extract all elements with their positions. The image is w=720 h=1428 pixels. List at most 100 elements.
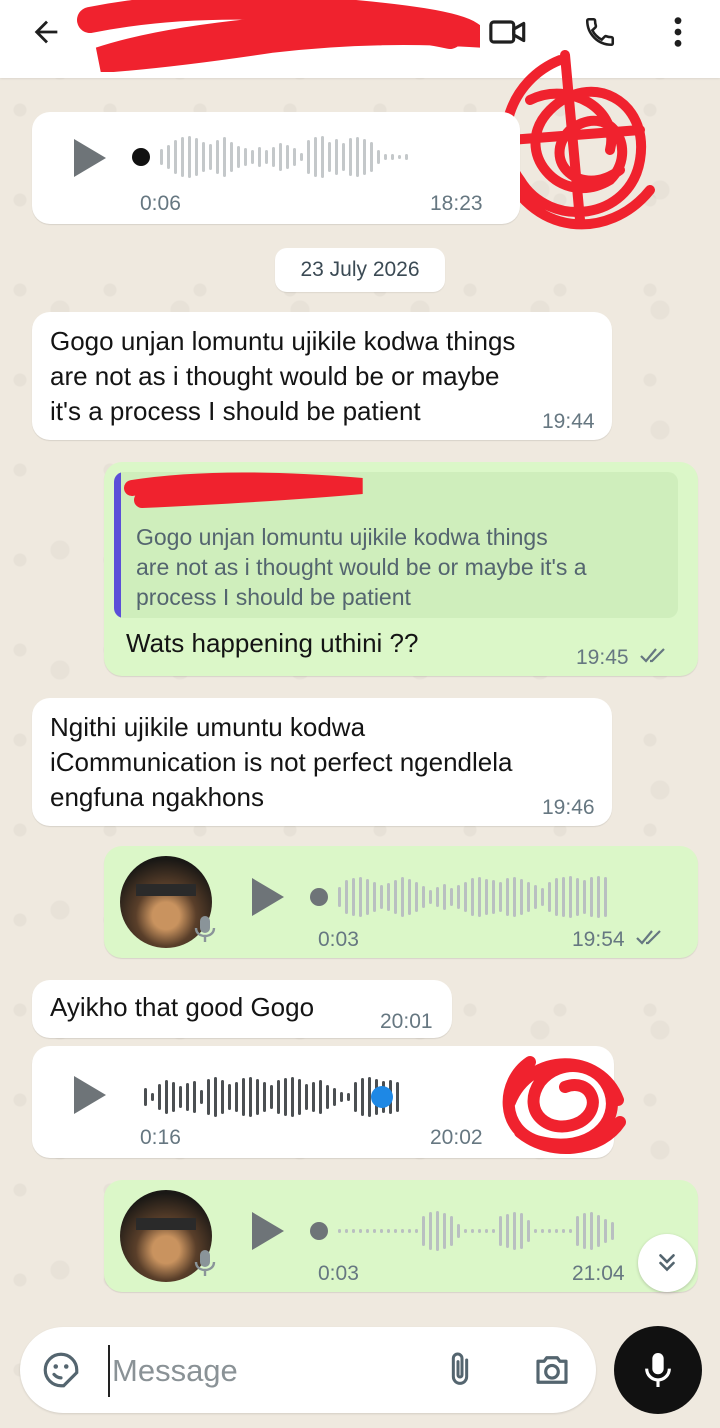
voice-message-outgoing: 0:03 21:04: [104, 1180, 698, 1292]
waveform-bar: [293, 148, 296, 166]
waveform[interactable]: [338, 1208, 618, 1254]
back-button[interactable]: [26, 12, 66, 52]
play-button[interactable]: [74, 1076, 106, 1114]
message-time: 19:46: [542, 796, 595, 819]
message-line: engfuna ngakhons: [50, 782, 264, 812]
message-time: 20:02: [430, 1126, 483, 1149]
waveform-bar: [436, 887, 439, 907]
waveform-bar: [464, 882, 467, 912]
waveform-bar: [158, 1084, 161, 1110]
voice-duration: 0:03: [318, 1262, 359, 1285]
waveform-bar: [373, 882, 376, 912]
waveform-bar: [188, 136, 191, 178]
waveform-bar: [352, 1229, 355, 1233]
waveform-bar: [284, 1078, 287, 1116]
waveform-bar: [562, 1229, 565, 1233]
waveform-bar: [366, 1229, 369, 1233]
waveform-bar: [527, 882, 530, 912]
waveform-bar: [520, 879, 523, 915]
waveform-bar: [611, 1222, 614, 1240]
waveform-bar: [321, 136, 324, 178]
waveform-bar: [492, 880, 495, 914]
waveform-bar: [492, 1229, 495, 1233]
play-button[interactable]: [252, 1212, 284, 1250]
waveform-bar: [272, 147, 275, 167]
waveform-bar: [506, 1214, 509, 1248]
redaction-scribble: [77, 0, 480, 72]
play-button[interactable]: [252, 878, 284, 916]
waveform-bar: [597, 876, 600, 918]
waveform-bar: [221, 1080, 224, 1114]
waveform-bar: [583, 1213, 586, 1249]
waveform-bar: [485, 879, 488, 915]
waveform-bar: [279, 143, 282, 171]
waveform-bar: [200, 1090, 203, 1104]
more-vert-icon: [674, 17, 682, 47]
waveform[interactable]: [338, 874, 611, 920]
redaction-scribble: [124, 472, 363, 508]
waveform-bar: [237, 146, 240, 168]
voice-record-button[interactable]: [614, 1326, 702, 1414]
waveform-bar: [380, 885, 383, 909]
microphone-icon: [194, 1250, 216, 1276]
waveform-bar: [186, 1083, 189, 1111]
quoted-line: Gogo unjan lomuntu ujikile kodwa things: [136, 524, 548, 550]
waveform-bar: [408, 1229, 411, 1233]
waveform-bar: [319, 1080, 322, 1114]
waveform-bar: [464, 1229, 467, 1233]
waveform-bar: [429, 1212, 432, 1250]
waveform-bar: [590, 1212, 593, 1250]
voice-progress-dot[interactable]: [371, 1086, 393, 1108]
waveform-bar: [391, 154, 394, 160]
waveform-bar: [181, 137, 184, 177]
waveform-bar: [457, 885, 460, 909]
message-input[interactable]: [108, 1345, 434, 1397]
waveform-bar: [415, 1229, 418, 1233]
waveform-bar: [277, 1080, 280, 1114]
paperclip-icon[interactable]: [440, 1349, 480, 1391]
voice-duration: 0:06: [140, 192, 181, 215]
waveform-bar: [340, 1092, 343, 1102]
waveform-bar: [179, 1086, 182, 1108]
waveform[interactable]: [160, 134, 412, 180]
waveform-bar: [151, 1093, 154, 1101]
waveform[interactable]: [144, 1074, 403, 1120]
waveform-bar: [223, 137, 226, 177]
waveform-bar: [314, 137, 317, 177]
chevron-double-down-icon: [659, 1254, 675, 1272]
voice-progress-dot[interactable]: [132, 148, 150, 166]
sticker-icon[interactable]: [40, 1349, 82, 1391]
voice-message-outgoing: 0:03 19:54: [104, 846, 698, 958]
waveform-bar: [207, 1079, 210, 1115]
waveform-bar: [604, 1219, 607, 1243]
waveform-bar: [328, 142, 331, 172]
play-button[interactable]: [74, 139, 106, 177]
waveform-bar: [265, 150, 268, 164]
waveform-bar: [548, 1229, 551, 1233]
text-message-incoming[interactable]: Ayikho that good Gogo 20:01: [32, 980, 452, 1038]
waveform-bar: [541, 1229, 544, 1233]
waveform-bar: [471, 1229, 474, 1233]
waveform-bar: [338, 887, 341, 907]
waveform-bar: [499, 1216, 502, 1246]
waveform-bar: [359, 1229, 362, 1233]
message-time: 19:45: [576, 646, 629, 669]
waveform-bar: [167, 145, 170, 169]
waveform-bar: [415, 882, 418, 912]
camera-icon[interactable]: [530, 1349, 574, 1391]
text-message-incoming[interactable]: Gogo unjan lomuntu ujikile kodwa things …: [32, 312, 612, 440]
scroll-to-bottom-button[interactable]: [638, 1234, 696, 1292]
waveform-bar: [555, 1229, 558, 1233]
text-message-incoming[interactable]: Ngithi ujikile umuntu kodwa iCommunicati…: [32, 698, 612, 826]
reply-message-outgoing[interactable]: Gogo unjan lomuntu ujikile kodwa things …: [104, 462, 698, 676]
read-ticks-icon: [640, 648, 665, 663]
waveform-bar: [349, 138, 352, 176]
waveform-bar: [450, 888, 453, 906]
waveform-bar: [291, 1077, 294, 1117]
waveform-bar: [165, 1080, 168, 1114]
waveform-bar: [471, 878, 474, 916]
voice-progress-dot[interactable]: [310, 1222, 328, 1240]
voice-progress-dot[interactable]: [310, 888, 328, 906]
waveform-bar: [384, 154, 387, 160]
waveform-bar: [230, 142, 233, 172]
